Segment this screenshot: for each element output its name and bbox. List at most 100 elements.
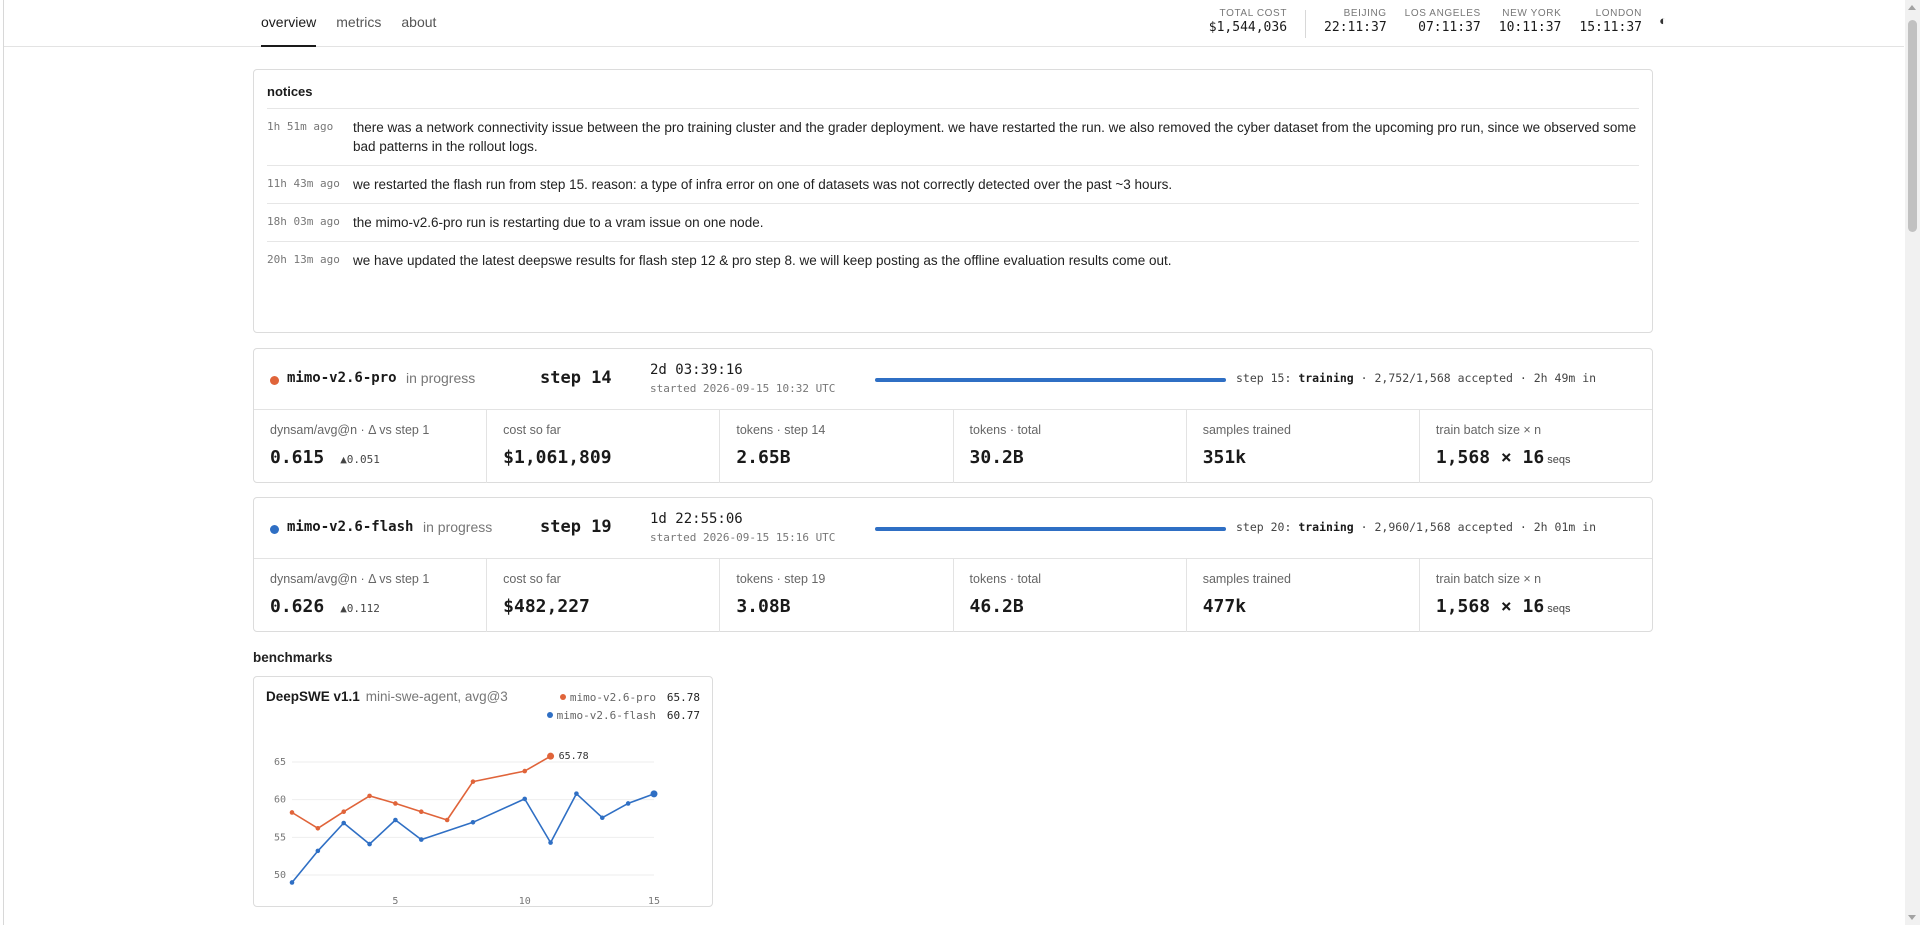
tab-about[interactable]: about [401,0,436,47]
theme-toggle-icon[interactable]: ◐ [1659,13,1667,28]
metric-value: 3.08B [736,596,791,617]
metric-samples: samples trained 351k [1185,410,1419,483]
clock-new-york: NEW YORK 10:11:37 [1499,8,1562,36]
data-point [393,817,398,823]
metric-tokens-step: tokens · step 14 2.65B [719,410,952,483]
clock-label: NEW YORK [1502,8,1562,19]
metric-value: 351k [1202,447,1247,468]
metric-value: 1,568 × 16 [1435,447,1545,468]
legend-dot-icon [546,712,553,718]
run-status: in progress [423,519,493,535]
run-elapsed: 1d 22:55:06 [650,511,743,527]
clock-label: BEIJING [1343,8,1387,19]
run-status-dot-icon [270,525,279,534]
nav-tabs: overview metrics about [261,0,436,47]
progress-prefix: step 20: [1236,520,1292,534]
metric-label: train batch size × n [1435,423,1542,437]
chart-legend: mimo-v2.6-pro 65.78 mimo-v2.6-flash 60.7… [546,688,700,724]
clock-los-angeles: LOS ANGELES 07:11:37 [1405,8,1481,36]
y-tick-label: 50 [274,870,286,881]
chart-title: DeepSWE v1.1 mini-swe-agent, avg@3 [266,689,508,704]
data-point [470,779,476,784]
metric-batch-size: train batch size × n 1,568 × 16 seqs [1418,410,1652,483]
metric-label: train batch size × n [1435,572,1542,586]
metric-tokens-total: tokens · total 30.2B [952,410,1186,483]
notice-message: there was a network connectivity issue b… [353,120,1637,154]
data-point [548,840,553,845]
metric-value: 1,568 × 16 [1435,596,1545,617]
clock-time: 07:11:37 [1418,20,1481,35]
tab-overview[interactable]: overview [261,0,317,47]
run-card-pro: mimo-v2.6-pro in progress step 14 2d 03:… [253,348,1653,483]
notice-item: 11h 43m ago we restarted the flash run f… [267,165,1639,203]
metric-delta: ▲0.051 [340,453,380,466]
legend-item: mimo-v2.6-flash 60.77 [546,706,700,724]
data-point [599,815,605,821]
metric-value-row: 1,568 × 16 seqs [1436,447,1652,468]
metric-value: 30.2B [969,447,1024,468]
legend-series-name: mimo-v2.6-pro [569,690,656,704]
run-card-flash: mimo-v2.6-flash in progress step 19 1d 2… [253,497,1653,632]
metric-unit: seqs [1547,454,1571,466]
clock-label: LOS ANGELES [1404,8,1481,19]
data-point [470,819,476,825]
chart-title-text: DeepSWE v1.1 [266,689,360,704]
total-cost: TOTAL COST $1,544,036 [1209,8,1287,36]
tab-metrics[interactable]: metrics [336,0,381,47]
metric-value: 2.65B [736,447,791,468]
legend-series-name: mimo-v2.6-flash [556,708,656,722]
scroll-down-icon[interactable] [1908,915,1916,920]
data-point [444,817,450,823]
metric-label: tokens · step 19 [736,572,826,586]
legend-series-value: 60.77 [666,708,700,722]
run-name: mimo-v2.6-flash [287,519,414,535]
data-point [393,801,398,806]
top-header: overview metrics about TOTAL COST $1,544… [4,0,1904,47]
progress-phase: training [1298,520,1354,534]
vertical-scrollbar[interactable] [1905,0,1920,925]
x-tick-label: 10 [519,896,531,907]
run-progress-text: step 15: training · 2,752/1,568 accepted… [1236,371,1596,385]
metric-unit: seqs [1547,603,1571,615]
total-cost-label: TOTAL COST [1219,8,1288,19]
clock-time: 22:11:37 [1324,20,1387,35]
series-line [291,792,655,884]
data-point [650,790,658,798]
notice-time: 1h 51m ago [267,120,334,133]
notice-item: 1h 51m ago there was a network connectiv… [267,108,1639,165]
scroll-up-icon[interactable] [1908,5,1916,10]
legend-dot-icon [559,694,566,700]
run-name: mimo-v2.6-pro [287,370,397,386]
notice-message: the mimo-v2.6-pro run is restarting due … [353,215,764,230]
notice-message: we have updated the latest deepswe resul… [353,253,1172,268]
data-label: 65.78 [559,751,589,762]
notice-item: 18h 03m ago the mimo-v2.6-pro run is res… [267,203,1639,241]
clock-london: LONDON 15:11:37 [1579,8,1642,36]
metric-tokens-total: tokens · total 46.2B [952,559,1186,632]
notices-panel: notices 1h 51m ago there was a network c… [253,69,1653,333]
metric-value: 0.626 [270,596,325,617]
header-divider [1305,10,1307,38]
progress-suffix: · 2,752/1,568 accepted · 2h 49m in [1360,371,1597,385]
metric-label: tokens · step 14 [736,423,826,437]
progress-suffix: · 2,960/1,568 accepted · 2h 01m in [1360,520,1597,534]
run-header: mimo-v2.6-pro in progress step 14 2d 03:… [254,349,1652,410]
data-point [315,848,321,854]
metric-value-row: 0.626 ▲0.112 [270,596,486,617]
metric-label: cost so far [503,572,561,586]
total-cost-value: $1,544,036 [1208,20,1288,35]
metric-label: tokens · total [969,423,1042,437]
scrollbar-thumb[interactable] [1908,20,1917,232]
run-started: started 2026-09-15 10:32 UTC [650,382,836,395]
metric-tokens-step: tokens · step 19 3.08B [719,559,952,632]
metric-score: dynsam/avg@n · Δ vs step 1 0.626 ▲0.112 [254,559,486,632]
notice-time: 20h 13m ago [267,253,340,266]
run-progress-bar [875,527,1226,531]
data-point [574,791,579,796]
data-point [289,810,295,815]
metric-label: samples trained [1202,572,1291,586]
y-tick-label: 60 [274,795,286,806]
data-point [341,820,347,826]
metric-value-row: 1,568 × 16 seqs [1436,596,1652,617]
benchmarks-title: benchmarks [253,650,333,665]
